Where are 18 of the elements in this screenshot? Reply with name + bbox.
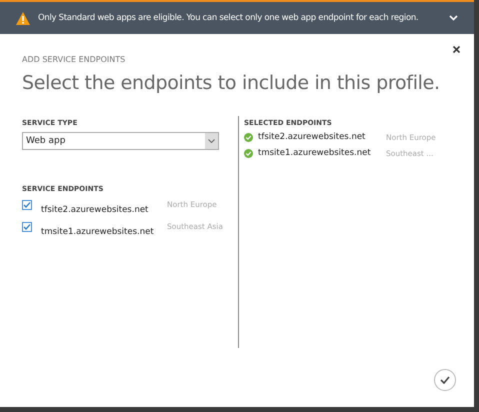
chevron-down-icon <box>208 139 215 144</box>
chevron-down-icon[interactable] <box>449 15 458 21</box>
checkbox[interactable] <box>22 200 32 210</box>
check-circle-icon <box>244 133 253 142</box>
dialog-title: Select the endpoints to include in this profile. <box>22 72 441 96</box>
checkbox[interactable] <box>22 222 32 232</box>
endpoint-name: tmsite1.azurewebsites.net <box>41 226 155 238</box>
close-icon[interactable] <box>453 46 460 53</box>
confirm-button[interactable] <box>434 369 456 391</box>
service-type-dropdown[interactable]: Web app <box>22 132 219 150</box>
check-circle-icon <box>244 148 253 158</box>
dialog-subtitle: ADD SERVICE ENDPOINTS <box>22 54 126 66</box>
warning-icon <box>16 12 30 24</box>
endpoint-name: tmsite1.azurewebsites.net <box>258 147 372 160</box>
check-icon <box>440 376 450 384</box>
endpoint-name: tfsite2.azurewebsites.net <box>41 204 150 216</box>
banner-message: Only Standard web apps are eligible. You can select only one web app endpoint for each region. <box>38 12 418 24</box>
endpoint-name: tfsite2.azurewebsites.net <box>258 131 366 144</box>
